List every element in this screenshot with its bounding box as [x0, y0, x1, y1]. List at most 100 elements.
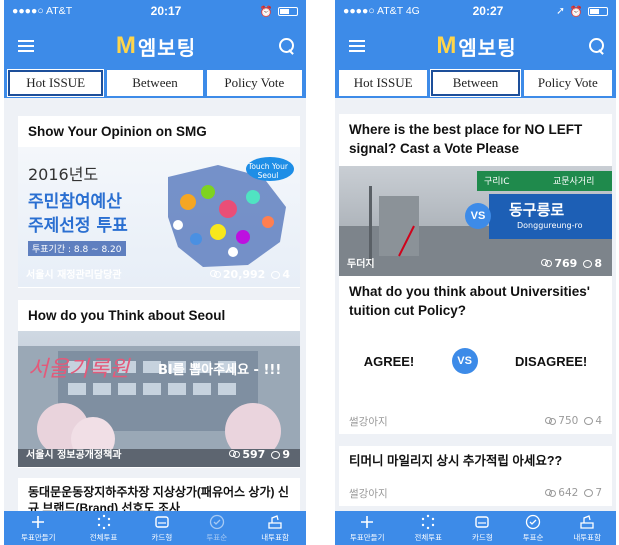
check-circle-icon — [209, 514, 224, 529]
poll-footer: 썰강아지 642 7 — [339, 480, 612, 506]
comment-count: 4 — [282, 268, 290, 281]
sign-road-en: Donggureung-ro — [517, 221, 583, 230]
battery-icon — [277, 6, 298, 16]
comment-icon — [584, 417, 594, 425]
sign-road-name: 동구릉로 — [509, 201, 565, 219]
tab-hot-issue[interactable]: Hot ISSUE — [6, 69, 105, 97]
nav-label: 전체투표 — [414, 532, 443, 542]
menu-icon[interactable] — [18, 40, 34, 52]
status-indicators: ⏰ — [260, 5, 298, 18]
poll-source: 썰강아지 — [349, 487, 388, 500]
tab-between[interactable]: Between — [107, 70, 203, 96]
card-icon — [475, 515, 490, 528]
nav-label: 투표순 — [206, 532, 228, 542]
poll-card[interactable]: What do you think about Universities' tu… — [339, 276, 612, 434]
agree-option[interactable]: AGREE! — [364, 354, 415, 369]
comment-count: 4 — [595, 415, 602, 427]
comment-icon — [271, 270, 281, 279]
banner-line2: 주제선정 투표 — [28, 216, 128, 236]
tab-hot-issue[interactable]: Hot ISSUE — [339, 70, 428, 96]
participant-count: 642 — [558, 487, 579, 499]
participants-icon — [209, 270, 221, 279]
nav-label: 전체투표 — [89, 532, 118, 542]
dots-circle-icon — [97, 514, 110, 529]
logo-m: M — [115, 32, 137, 59]
comment-icon — [271, 450, 281, 459]
tab-between[interactable]: Between — [430, 69, 521, 97]
nav-vote-order[interactable]: 투표순 — [206, 514, 227, 543]
nav-label: 내투표함 — [573, 532, 601, 542]
poll-title: What do you think about Universities' tu… — [349, 284, 590, 318]
participant-count: 597 — [242, 448, 266, 461]
banner-period: 투표기간 : 8.8 ~ 8.20 — [28, 241, 126, 256]
dots-circle-icon — [422, 514, 435, 529]
menu-icon[interactable] — [349, 40, 365, 52]
banner-line1: 주민참여예산 — [28, 192, 122, 212]
banner-year: 2016년도 — [28, 165, 99, 184]
left-phone-screen: ●●●●○ AT&T 20:17 ⏰ M 엠보팅 Hot ISSUE Betwe… — [4, 0, 306, 545]
clock-time: 20:17 — [150, 4, 182, 18]
nav-vote-order[interactable]: 투표순 — [523, 514, 543, 543]
tab-policy-vote[interactable]: Policy Vote — [523, 70, 612, 96]
participants-icon — [541, 259, 553, 268]
poll-banner-image: 2016년도 주민참여예산 주제선정 투표 투표기간 : 8.8 ~ 8.20 … — [18, 147, 300, 287]
status-bar: ●●●●○ AT&T 20:17 ⏰ — [4, 0, 306, 22]
nav-create-poll[interactable]: 투표만들기 — [21, 514, 56, 543]
alarm-icon: ⏰ — [569, 5, 583, 18]
right-phone-screen: ●●●●○ AT&T 4G 20:27 ➚ ⏰ M 엠보팅 Hot ISSUE … — [335, 0, 616, 545]
battery-icon — [588, 6, 608, 16]
poll-card[interactable]: Where is the best place for NO LEFT sign… — [339, 114, 612, 276]
nav-all-polls[interactable]: 전체투표 — [89, 514, 118, 543]
nav-my-votes[interactable]: 내투표함 — [261, 514, 289, 543]
sign-top-right: 교문사거리 — [553, 177, 595, 187]
nav-label: 투표만들기 — [21, 532, 56, 542]
carrier-signal: ●●●●○ AT&T 4G — [343, 5, 420, 17]
app-bar: M 엠보팅 — [335, 22, 616, 70]
logo-text: 엠보팅 — [458, 35, 517, 60]
vote-options: AGREE! VS DISAGREE! — [339, 326, 612, 396]
comment-icon — [583, 259, 593, 268]
status-indicators: ➚ ⏰ — [556, 5, 608, 18]
comment-count: 9 — [282, 448, 290, 461]
participants-icon — [545, 416, 557, 426]
poll-card[interactable]: 티머니 마일리지 상시 추가적립 아세요?? 썰강아지 642 7 — [339, 446, 612, 506]
nav-card-view[interactable]: 카드형 — [152, 514, 172, 543]
alarm-icon: ⏰ — [259, 5, 273, 18]
ballot-box-icon — [580, 514, 594, 529]
check-circle-icon — [525, 514, 541, 529]
location-icon: ➚ — [556, 5, 565, 17]
nav-label: 내투표함 — [261, 532, 289, 542]
app-logo: M 엠보팅 — [116, 32, 196, 61]
tab-bar: Hot ISSUE Between Policy Vote — [4, 69, 306, 98]
carrier-signal: ●●●●○ AT&T — [12, 5, 73, 17]
poll-banner-image: 서울기록원 BI를 뽑아주세요 - !!! 서울시 정보공개정책과 597 9 — [18, 331, 300, 467]
ballot-box-icon — [268, 514, 282, 529]
poll-card[interactable]: Show Your Opinion on SMG 2016년도 주민참여예산 주… — [18, 116, 300, 288]
logo-text: 엠보팅 — [137, 35, 197, 60]
poll-card[interactable]: How do you Think about Seoul 서울기록원 BI를 뽑… — [18, 300, 300, 468]
search-icon[interactable] — [278, 37, 296, 55]
clock-time: 20:27 — [472, 4, 504, 18]
disagree-option[interactable]: DISAGREE! — [515, 354, 587, 369]
status-bar: ●●●●○ AT&T 4G 20:27 ➚ ⏰ — [335, 0, 616, 22]
poll-title: Show Your Opinion on SMG — [28, 124, 207, 139]
banner-script-title: 서울기록원 — [28, 357, 130, 382]
participant-count: 769 — [554, 257, 578, 270]
nav-label: 투표만들기 — [349, 532, 385, 542]
participants-icon — [229, 450, 241, 459]
poll-title: How do you Think about Seoul — [28, 308, 226, 323]
plus-icon — [361, 515, 374, 528]
nav-card-view[interactable]: 카드형 — [472, 514, 493, 543]
nav-my-votes[interactable]: 내투표함 — [573, 514, 601, 543]
vs-badge: VS — [451, 348, 478, 374]
tab-policy-vote[interactable]: Policy Vote — [206, 70, 302, 96]
vs-badge: VS — [465, 203, 491, 229]
search-icon[interactable] — [588, 37, 606, 55]
participant-count: 20,992 — [222, 268, 266, 281]
banner-bi-text: BI를 뽑아주세요 - !!! — [158, 363, 282, 378]
poll-stats: 642 7 — [545, 487, 602, 499]
nav-create-poll[interactable]: 투표만들기 — [349, 514, 385, 543]
poll-stats: 20,992 4 — [209, 268, 290, 281]
poll-source: 서울시 정보공개정책과 — [26, 450, 122, 461]
nav-all-polls[interactable]: 전체투표 — [414, 514, 442, 543]
